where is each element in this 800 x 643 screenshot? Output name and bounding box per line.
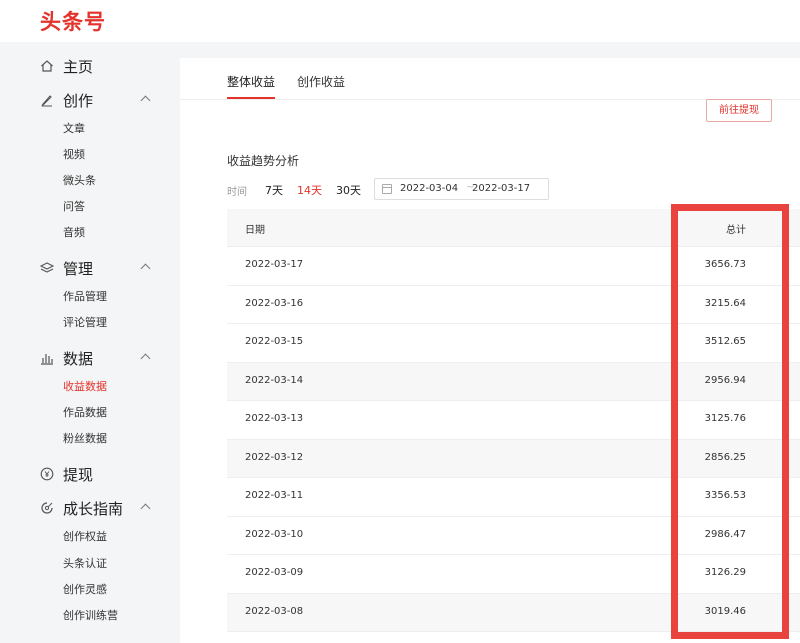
sidebar-item-withdraw[interactable]: 提现 [40, 464, 160, 486]
sidebar-group-create[interactable]: 创作 [40, 90, 160, 112]
sidebar-item-home[interactable]: 主页 [40, 56, 160, 78]
sidebar-group-growth[interactable]: 成长指南 [40, 498, 160, 520]
sidebar-item-video[interactable]: 视频 [63, 148, 85, 162]
column-header-date: 日期 [245, 225, 265, 236]
red-highlight-box [671, 204, 789, 639]
sidebar: 主页 创作 文章 视频 微头条 问答 音频 管理 作品管理 评论管理 数据 收益… [0, 42, 170, 643]
chevron-up-icon [140, 95, 151, 106]
bar-chart-icon [41, 354, 53, 365]
home-icon [41, 60, 53, 72]
cell-date: 2022-03-17 [245, 259, 304, 270]
active-tab-indicator [227, 97, 275, 99]
tab-creation-revenue[interactable]: 创作收益 [297, 74, 345, 90]
calendar-icon [382, 184, 392, 194]
tab-overall-revenue[interactable]: 整体收益 [227, 74, 275, 90]
date-range-picker[interactable]: 2022-03-04 ~ 2022-03-17 [374, 178, 549, 200]
sidebar-group-data[interactable]: 数据 [40, 348, 160, 370]
time-filter: 时间 7天 14天 30天 2022-03-04 ~ 2022-03-17 [227, 178, 727, 202]
sidebar-item-label: 提现 [63, 466, 94, 484]
sidebar-item-fans-data[interactable]: 粉丝数据 [63, 432, 107, 446]
logo[interactable]: 头条号 [40, 6, 106, 36]
section-title: 收益趋势分析 [227, 154, 300, 168]
sidebar-group-manage[interactable]: 管理 [40, 258, 160, 280]
sidebar-item-works-manage[interactable]: 作品管理 [63, 290, 107, 304]
withdraw-button[interactable]: 前往提现 [706, 99, 772, 122]
filter-label: 时间 [227, 187, 247, 198]
layers-icon [40, 262, 54, 273]
sidebar-item-training-camp[interactable]: 创作训练营 [63, 609, 118, 623]
sidebar-item-works-data[interactable]: 作品数据 [63, 406, 107, 420]
cell-date: 2022-03-09 [245, 567, 304, 578]
sidebar-item-creator-rights[interactable]: 创作权益 [63, 530, 107, 544]
chevron-up-icon [140, 503, 151, 514]
cell-date: 2022-03-08 [245, 605, 304, 617]
sidebar-item-inspiration[interactable]: 创作灵感 [63, 583, 107, 597]
cell-date: 2022-03-11 [245, 490, 304, 501]
cell-date: 2022-03-12 [245, 451, 304, 463]
sidebar-item-label: 主页 [63, 58, 94, 76]
date-start: 2022-03-04 [400, 183, 459, 194]
filter-7-days[interactable]: 7天 [265, 182, 283, 198]
sidebar-group-label: 创作 [63, 92, 94, 110]
sidebar-group-label: 管理 [63, 260, 94, 278]
cell-date: 2022-03-10 [245, 528, 304, 540]
chevron-up-icon [140, 353, 151, 364]
sidebar-item-certification[interactable]: 头条认证 [63, 557, 107, 571]
sidebar-item-comments-manage[interactable]: 评论管理 [63, 316, 107, 330]
sidebar-item-audio[interactable]: 音频 [63, 226, 85, 240]
growth-icon [41, 502, 53, 514]
cell-date: 2022-03-14 [245, 374, 304, 386]
cell-date: 2022-03-16 [245, 297, 304, 309]
sidebar-item-article[interactable]: 文章 [63, 122, 85, 136]
top-bar: 头条号 [0, 0, 800, 42]
sidebar-group-label: 成长指南 [63, 500, 124, 518]
filter-30-days[interactable]: 30天 [336, 182, 361, 198]
pen-icon [41, 95, 52, 107]
sidebar-item-revenue-data[interactable]: 收益数据 [63, 380, 107, 394]
cell-date: 2022-03-15 [245, 336, 304, 347]
tab-bar: 整体收益 创作收益 [180, 58, 800, 100]
sidebar-group-label: 数据 [63, 350, 94, 368]
sidebar-item-qa[interactable]: 问答 [63, 200, 85, 214]
cell-date: 2022-03-13 [245, 413, 304, 424]
sidebar-item-micro-post[interactable]: 微头条 [63, 174, 96, 188]
chevron-up-icon [140, 263, 151, 274]
yen-coin-icon [40, 467, 54, 481]
filter-14-days[interactable]: 14天 [297, 182, 322, 198]
date-end: 2022-03-17 [472, 183, 531, 194]
